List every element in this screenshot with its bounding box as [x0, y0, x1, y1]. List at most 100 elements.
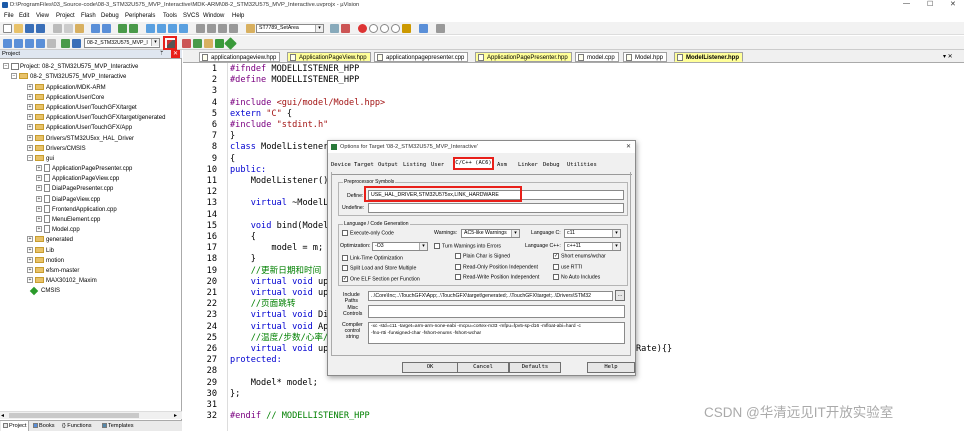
- tree-file[interactable]: + Model.cpp: [36, 225, 80, 235]
- manage-components-icon[interactable]: [182, 39, 191, 48]
- language-cpp-select[interactable]: c++11 ▾: [564, 242, 621, 251]
- expand-icon[interactable]: +: [27, 104, 33, 111]
- download-icon[interactable]: [61, 39, 70, 48]
- tab-device[interactable]: Device: [331, 160, 351, 170]
- tab-output[interactable]: Output: [378, 160, 398, 170]
- warnings-select[interactable]: AC5-like Warnings ▾: [461, 229, 520, 238]
- tree-target[interactable]: −08-2_STM32U575_MVP_Interactive: [11, 72, 126, 82]
- nav-forward-icon[interactable]: [129, 24, 138, 33]
- collapse-icon[interactable]: −: [11, 73, 17, 80]
- config-icon[interactable]: [402, 24, 411, 33]
- code-line-25[interactable]: //温度/步数/心率/: [230, 333, 328, 345]
- scroll-right-icon[interactable]: ▸: [174, 412, 177, 420]
- code-line-7[interactable]: }: [230, 131, 235, 143]
- incremental-find-icon[interactable]: [341, 24, 350, 33]
- link-time-checkbox[interactable]: Link-Time Optimization: [342, 255, 403, 262]
- redo-icon[interactable]: [102, 24, 111, 33]
- menu-help[interactable]: Help: [232, 11, 244, 21]
- bookmark-icon[interactable]: [146, 24, 155, 33]
- paste-icon[interactable]: [75, 24, 84, 33]
- tab-templates[interactable]: Templates: [102, 421, 134, 431]
- code-line-21[interactable]: virtual void upda: [230, 288, 339, 300]
- expand-icon[interactable]: +: [27, 267, 33, 274]
- debug-start-icon[interactable]: [358, 24, 367, 33]
- tree-file[interactable]: + MenuElement.cpp: [36, 215, 100, 225]
- load-icon[interactable]: [72, 39, 81, 48]
- tab-utilities[interactable]: Utilities: [567, 160, 597, 170]
- dialog-close-button[interactable]: ✕: [626, 143, 631, 151]
- code-line-20[interactable]: virtual void upda: [230, 277, 339, 289]
- code-line-6[interactable]: #include "stdint.h": [230, 120, 328, 132]
- defaults-button[interactable]: Defaults: [509, 362, 561, 373]
- tree-file[interactable]: + DialPageView.cpp: [36, 195, 100, 205]
- tree-file[interactable]: + DialPagePresenter.cpp: [36, 184, 113, 194]
- editor-tab[interactable]: ApplicationPagePresenter.hpp: [475, 52, 572, 62]
- tree-folder[interactable]: + Drivers/CMSIS: [27, 144, 86, 154]
- code-line-30[interactable]: };: [230, 389, 240, 401]
- tab-project[interactable]: Project: [1, 421, 30, 431]
- execute-only-checkbox[interactable]: Execute-only Code: [342, 230, 394, 237]
- cancel-button[interactable]: Cancel: [457, 362, 509, 373]
- expand-icon[interactable]: +: [36, 216, 42, 223]
- target-select[interactable]: 08-2_STM32U575_MVP_I ▾: [84, 38, 160, 48]
- tree-component[interactable]: CMSIS: [29, 286, 60, 296]
- undefine-field[interactable]: [368, 203, 624, 213]
- turn-warnings-checkbox[interactable]: Turn Warnings into Errors: [434, 243, 501, 250]
- translate-icon[interactable]: [3, 39, 12, 48]
- save-icon[interactable]: [25, 24, 34, 33]
- breakpoint-icon[interactable]: [369, 24, 378, 33]
- code-line-9[interactable]: {: [230, 154, 235, 166]
- code-line-18[interactable]: }: [230, 254, 256, 266]
- code-line-4[interactable]: #include <gui/model/Model.hpp>: [230, 98, 385, 110]
- tab-cpp-ac6[interactable]: C/C++ (AC6): [453, 157, 494, 170]
- find-icon[interactable]: [246, 24, 255, 33]
- menu-view[interactable]: View: [36, 11, 49, 21]
- expand-icon[interactable]: +: [27, 145, 33, 152]
- include-browse-button[interactable]: ...: [615, 290, 625, 301]
- copy-icon[interactable]: [64, 24, 73, 33]
- tab-debug[interactable]: Debug: [543, 160, 560, 170]
- use-rtti-checkbox[interactable]: use RTTI: [553, 264, 582, 271]
- new-file-icon[interactable]: [3, 24, 12, 33]
- code-line-1[interactable]: #ifndef MODELLISTENER_HPP: [230, 64, 359, 76]
- tab-user[interactable]: User: [431, 160, 444, 170]
- editor-tab[interactable]: applicationpagepresenter.cpp: [374, 52, 469, 62]
- editor-tab-active[interactable]: ModelListener.hpp: [674, 52, 744, 62]
- expand-icon[interactable]: +: [36, 206, 42, 213]
- rwpi-checkbox[interactable]: Read-Write Position Independent: [455, 274, 539, 281]
- code-line-29[interactable]: Model* model;: [230, 378, 318, 390]
- cut-icon[interactable]: [53, 24, 62, 33]
- close-button[interactable]: ✕: [950, 0, 956, 8]
- tree-folder[interactable]: + motion: [27, 256, 64, 266]
- rte-icon[interactable]: [215, 39, 224, 48]
- maximize-button[interactable]: ☐: [927, 0, 933, 8]
- tree-file[interactable]: + ApplicationPageView.cpp: [36, 174, 119, 184]
- tree-folder[interactable]: + Application/User/TouchGFX/App: [27, 123, 132, 133]
- code-line-2[interactable]: #define MODELLISTENER_HPP: [230, 75, 359, 87]
- menu-edit[interactable]: Edit: [19, 11, 29, 21]
- expand-icon[interactable]: +: [27, 277, 33, 284]
- expand-icon[interactable]: +: [36, 226, 42, 233]
- save-all-icon[interactable]: [36, 24, 45, 33]
- bookmark-prev-icon[interactable]: [157, 24, 166, 33]
- menu-window[interactable]: Window: [203, 11, 224, 21]
- code-line-24[interactable]: virtual void AppP: [230, 322, 339, 334]
- tree-folder[interactable]: + efsm-master: [27, 266, 79, 276]
- code-line-23[interactable]: virtual void Dial: [230, 310, 339, 322]
- minimize-button[interactable]: —: [903, 0, 910, 7]
- scroll-thumb[interactable]: [9, 413, 139, 418]
- options-for-target-button[interactable]: [163, 36, 177, 50]
- expand-icon[interactable]: +: [36, 165, 42, 172]
- tab-books[interactable]: Books: [33, 421, 55, 431]
- collapse-icon[interactable]: −: [27, 155, 33, 162]
- stop-build-icon[interactable]: [47, 39, 56, 48]
- nav-back-icon[interactable]: [118, 24, 127, 33]
- breakpoint-disable-icon[interactable]: [380, 24, 389, 33]
- menu-tools[interactable]: Tools: [163, 11, 177, 21]
- language-c-select[interactable]: c11 ▾: [564, 229, 621, 238]
- editor-tab[interactable]: Model.hpp: [623, 52, 668, 62]
- expand-icon[interactable]: +: [36, 196, 42, 203]
- horizontal-scrollbar[interactable]: ◂ ▸: [0, 411, 182, 419]
- code-line-5[interactable]: extern "C" {: [230, 109, 292, 121]
- split-load-checkbox[interactable]: Split Load and Store Multiple: [342, 265, 416, 272]
